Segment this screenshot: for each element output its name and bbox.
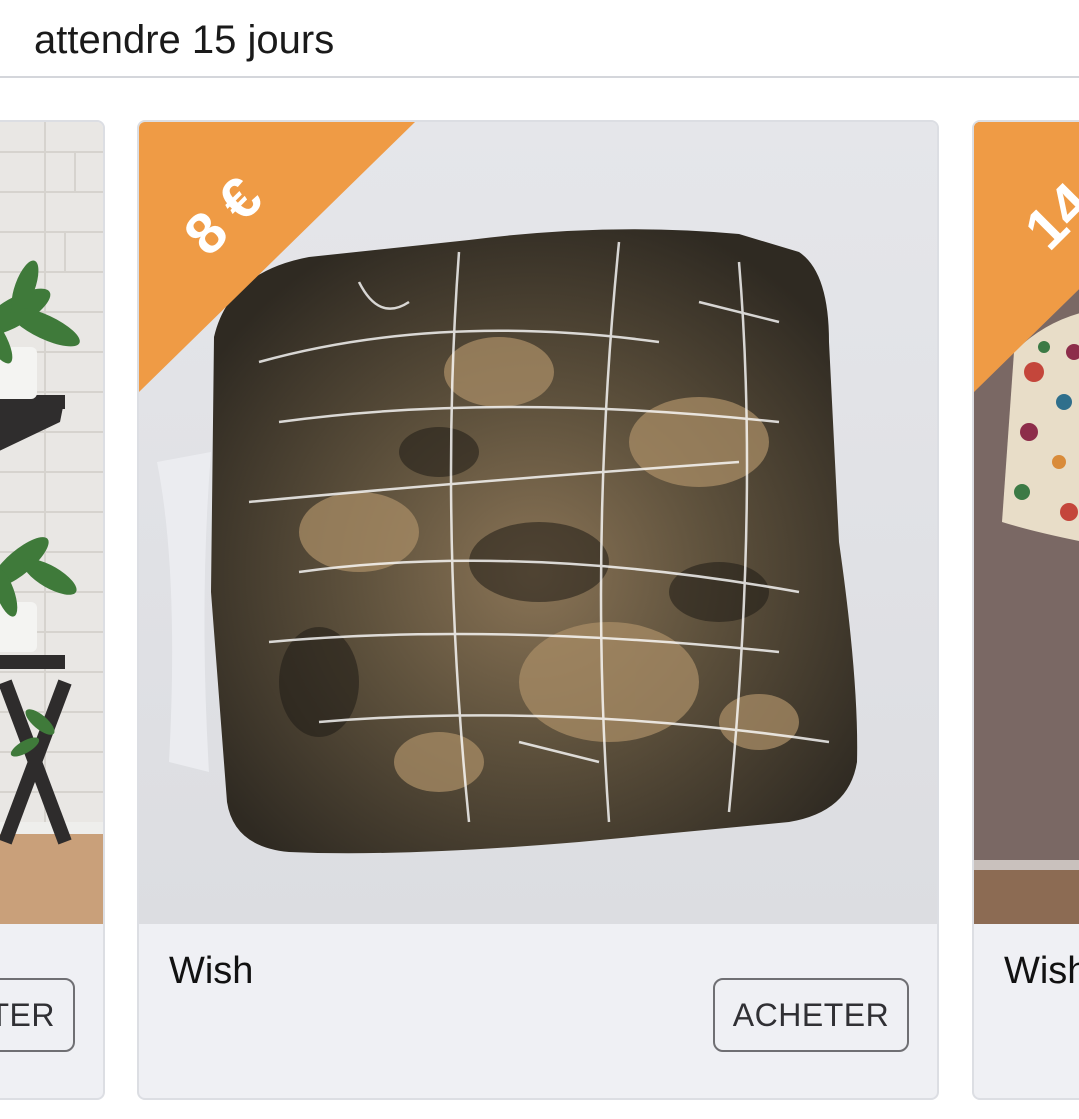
product-source-label: Wish xyxy=(169,950,254,992)
wrapped-black-soap-photo: 8 € xyxy=(139,122,937,924)
buy-button[interactable]: ACHETER xyxy=(713,978,909,1052)
product-card[interactable]: 14 Wish xyxy=(972,120,1079,1100)
floral-dress-photo: 14 xyxy=(974,122,1079,924)
message-text: attendre 15 jours xyxy=(34,18,335,62)
product-carousel[interactable]: TER xyxy=(0,120,1079,1102)
screen: attendre 15 jours ER 8 € Wish ACHETER 14… xyxy=(0,0,1079,1119)
product-image[interactable]: 8 € xyxy=(139,122,937,924)
buy-button[interactable]: TER xyxy=(0,978,75,1052)
plant-shelf-photo xyxy=(0,122,103,924)
product-image[interactable] xyxy=(0,122,103,924)
product-source-label: Wish xyxy=(1004,950,1079,992)
product-card[interactable]: 8 € Wish ACHETER xyxy=(137,120,939,1100)
product-card[interactable]: TER xyxy=(0,120,105,1100)
message-bubble: attendre 15 jours xyxy=(0,0,1079,78)
product-image[interactable]: 14 xyxy=(974,122,1079,924)
